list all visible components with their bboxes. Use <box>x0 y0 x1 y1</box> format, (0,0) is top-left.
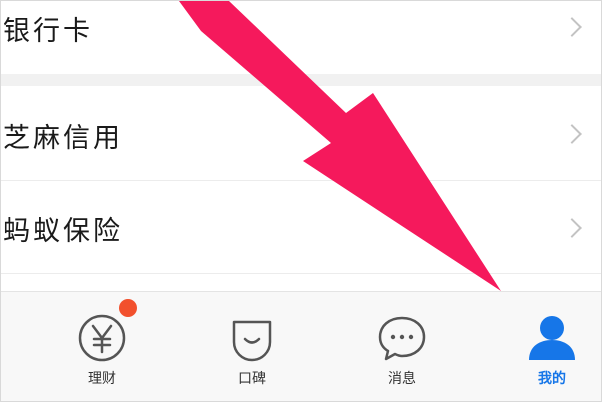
chevron-right-icon <box>562 124 582 144</box>
user-icon <box>529 316 575 360</box>
chat-bubble-icon <box>378 316 426 361</box>
menu-item-ant-insurance[interactable]: 蚂蚁保险 <box>1 181 601 274</box>
bottom-tab-bar: 理财 口碑 消息 我的 <box>1 291 601 401</box>
chevron-right-icon <box>562 17 582 37</box>
tab-me[interactable]: 我的 <box>477 292 601 401</box>
tab-wealth[interactable]: 理财 <box>27 292 177 401</box>
chevron-right-icon <box>562 218 582 238</box>
menu-item-bank-card[interactable]: 银行卡 <box>1 1 601 75</box>
tab-messages[interactable]: 消息 <box>327 292 477 401</box>
tab-label: 理财 <box>88 371 116 387</box>
tab-label: 我的 <box>538 371 566 387</box>
phone-screen: 银行卡 芝麻信用 蚂蚁保险 理财 口碑 消息 我的 <box>0 0 602 402</box>
tab-label: 消息 <box>388 371 416 387</box>
menu-item-sesame-credit[interactable]: 芝麻信用 <box>1 86 601 181</box>
tab-koubei[interactable]: 口碑 <box>177 292 327 401</box>
notification-badge <box>119 299 137 317</box>
menu-item-label: 芝麻信用 <box>3 123 123 154</box>
section-divider <box>1 74 601 86</box>
yen-circle-icon <box>78 314 126 362</box>
smile-bag-icon <box>232 320 272 362</box>
menu-item-label: 蚂蚁保险 <box>3 216 123 247</box>
menu-item-label: 银行卡 <box>3 16 93 47</box>
tab-label: 口碑 <box>238 371 266 387</box>
